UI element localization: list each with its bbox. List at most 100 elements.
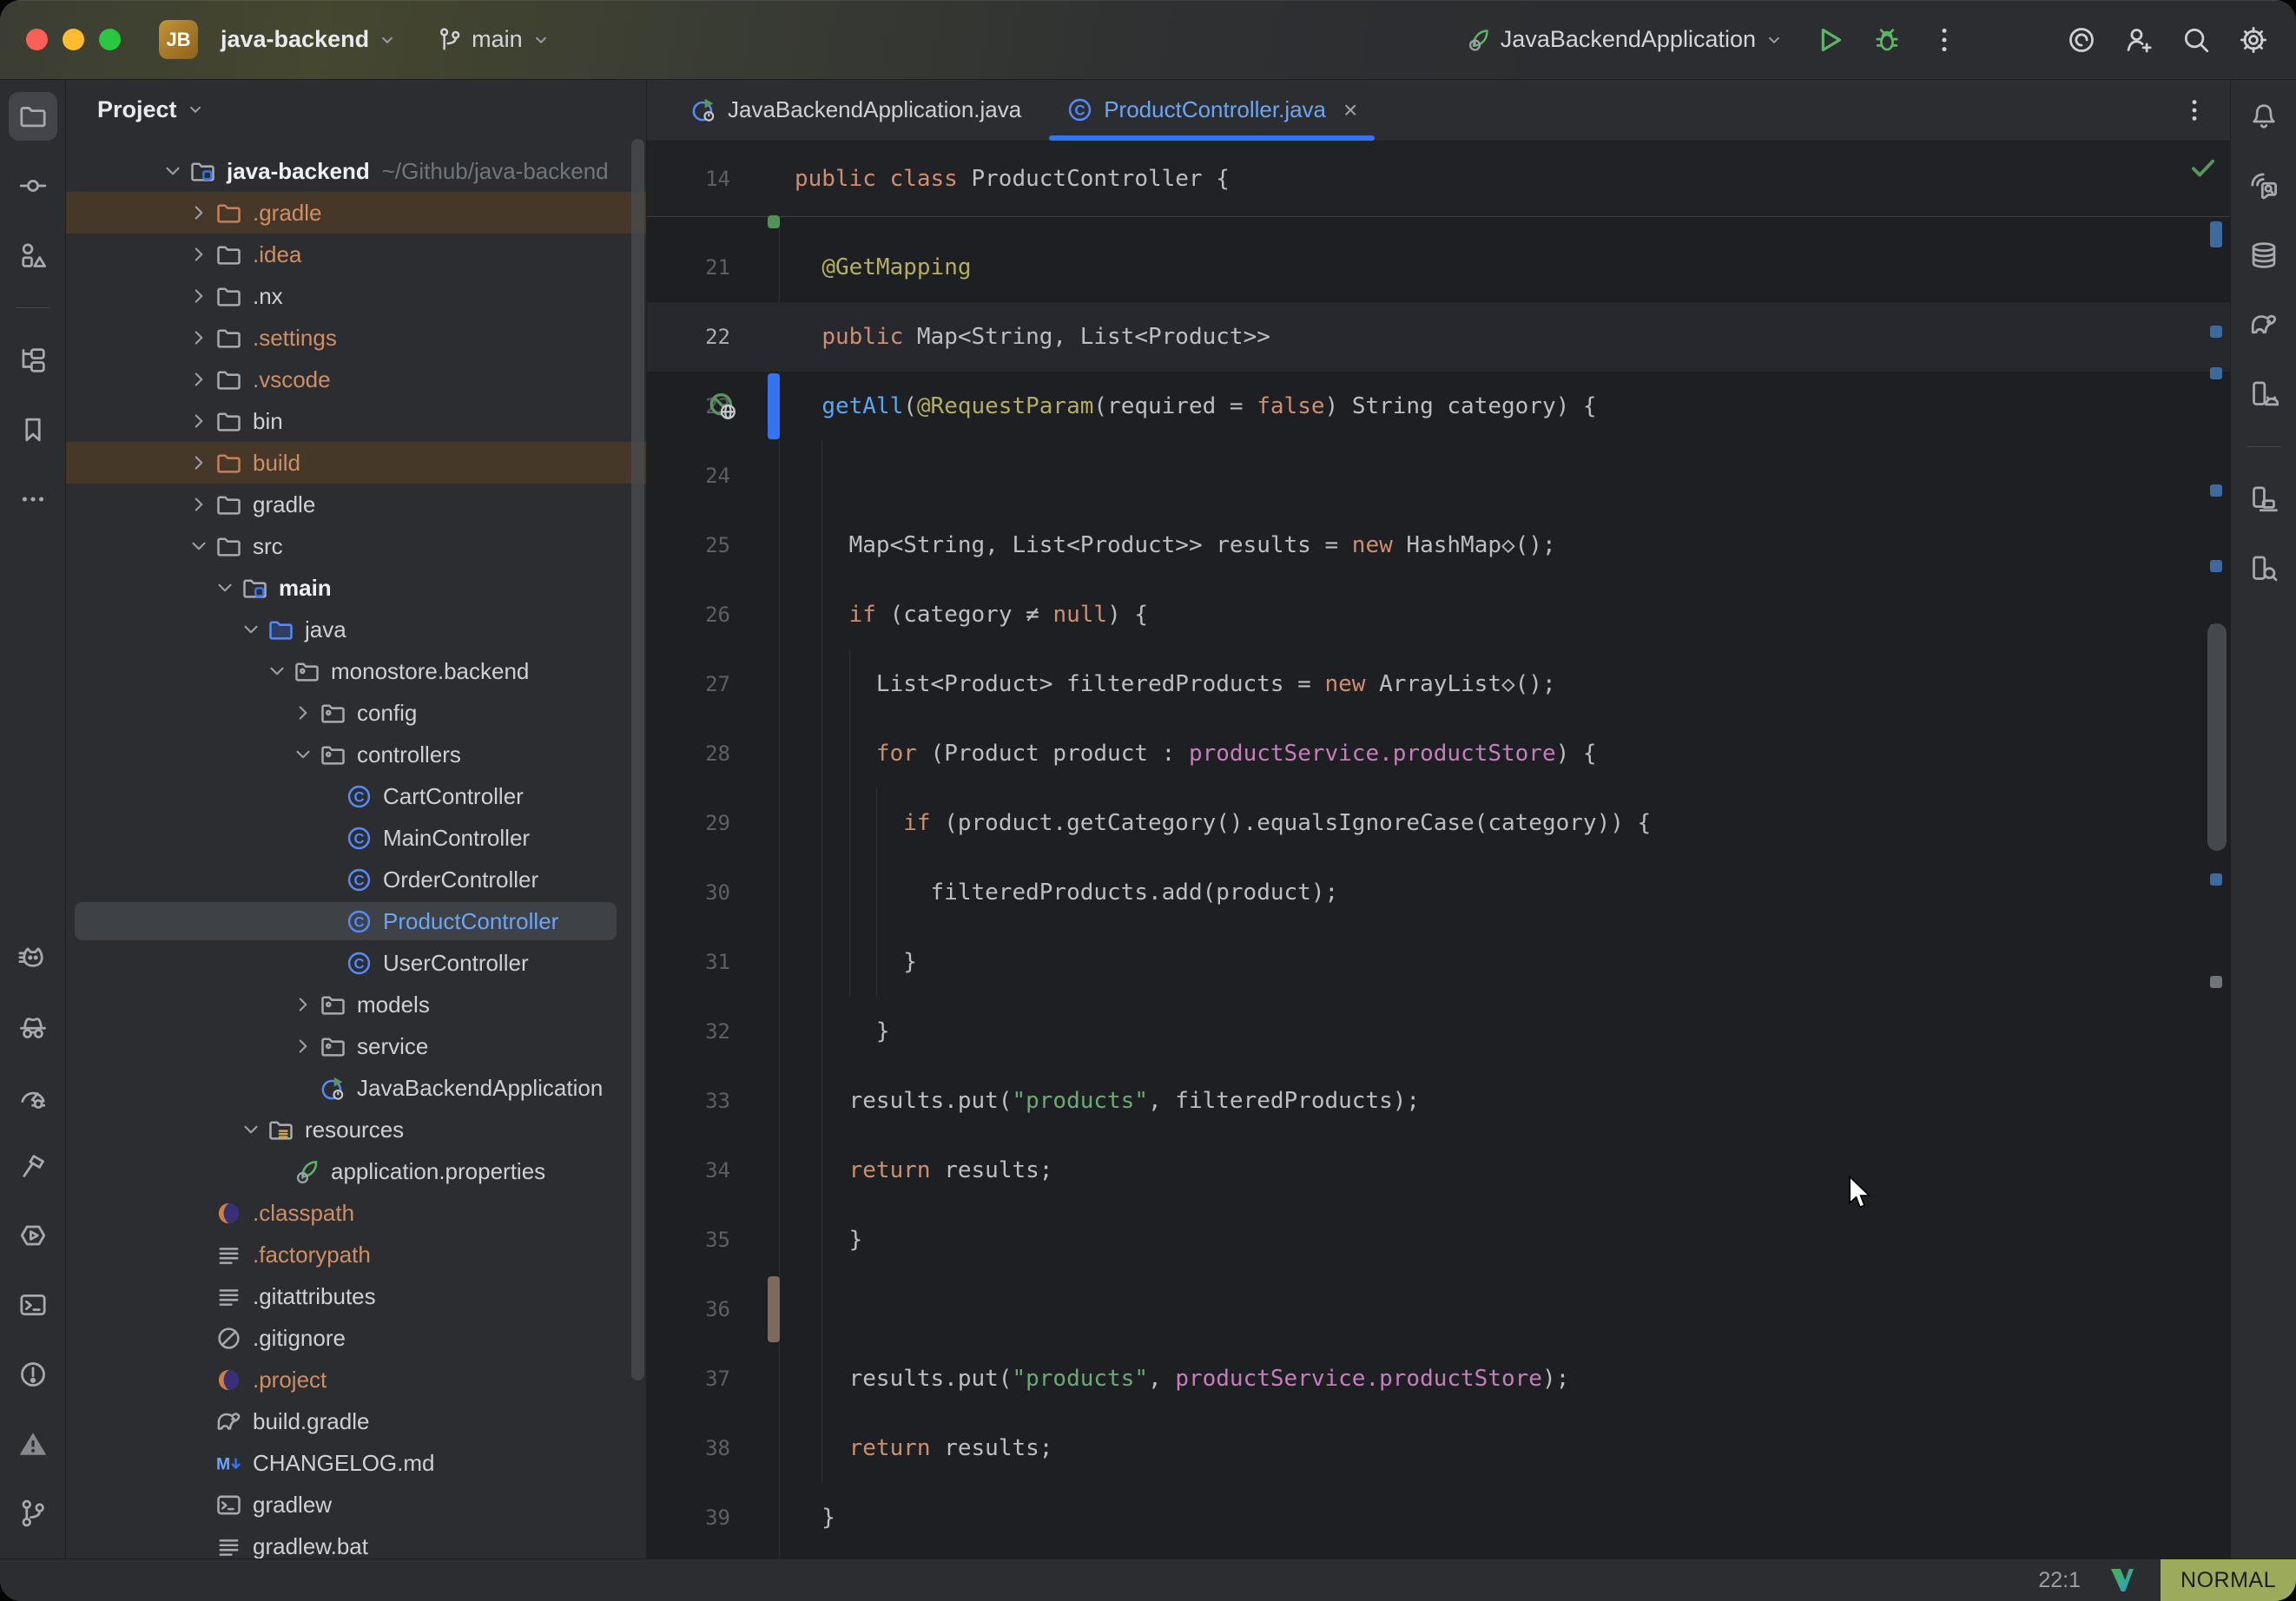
tree-row-.gitignore[interactable]: .gitignore xyxy=(66,1317,646,1359)
line-number[interactable]: 25 xyxy=(647,511,730,580)
chevron-right-icon[interactable] xyxy=(184,448,214,478)
tool-stripe-button-incognito[interactable] xyxy=(9,1003,57,1051)
inspections-ok-icon[interactable] xyxy=(2188,153,2218,188)
tree-row-monostore.backend[interactable]: monostore.backend xyxy=(66,650,646,692)
tool-stripe-button-terminal[interactable] xyxy=(9,1281,57,1329)
tree-row-config[interactable]: config xyxy=(66,692,646,734)
tool-stripe-button-warnings[interactable] xyxy=(9,1420,57,1468)
tree-row-application.properties[interactable]: application.properties xyxy=(66,1150,646,1192)
chevron-right-icon[interactable] xyxy=(288,698,318,728)
tool-stripe-button-ai-search[interactable] xyxy=(2240,161,2288,210)
line-number[interactable]: 27 xyxy=(647,649,730,719)
tree-row-.gradle[interactable]: .gradle xyxy=(66,192,646,234)
vcs-branch-widget[interactable]: main xyxy=(437,26,551,53)
tool-stripe-button-running-devices[interactable] xyxy=(2240,475,2288,524)
tool-stripe-button-notifications[interactable] xyxy=(2240,92,2288,141)
tree-row-.idea[interactable]: .idea xyxy=(66,234,646,275)
tree-row-.gitattributes[interactable]: .gitattributes xyxy=(66,1275,646,1317)
tree-row-gradle[interactable]: gradle xyxy=(66,484,646,525)
tree-row-UserController[interactable]: CUserController xyxy=(66,942,646,984)
ideavim-icon[interactable] xyxy=(2107,1566,2138,1594)
tree-row-.classpath[interactable]: .classpath xyxy=(66,1192,646,1234)
tree-row-.project[interactable]: .project xyxy=(66,1359,646,1400)
tool-stripe-button-services-hierarchy[interactable] xyxy=(9,336,57,385)
chevron-right-icon[interactable] xyxy=(184,406,214,436)
chevron-down-icon[interactable] xyxy=(236,615,266,644)
chevron-down-icon[interactable] xyxy=(288,740,318,769)
endpoint-gutter-icon[interactable] xyxy=(708,391,739,422)
line-number[interactable]: 37 xyxy=(647,1344,730,1413)
tool-stripe-button-more-horizontal[interactable] xyxy=(9,475,57,524)
code-line-36[interactable]: 36 xyxy=(647,1275,2230,1344)
chevron-right-icon[interactable] xyxy=(184,490,214,519)
tree-row-OrderController[interactable]: COrderController xyxy=(66,859,646,900)
code-line-23[interactable]: 23 getAll(@RequestParam(required = false… xyxy=(647,372,2230,441)
tool-stripe-button-device-manager[interactable] xyxy=(2240,370,2288,418)
project-tree-scrollbar[interactable] xyxy=(631,139,644,1380)
tree-row-JavaBackendApplication[interactable]: JavaBackendApplication xyxy=(66,1067,646,1109)
code-line-32[interactable]: 32 } xyxy=(647,997,2230,1066)
tree-row-models[interactable]: models xyxy=(66,984,646,1025)
project-widget[interactable]: JB java-backend xyxy=(159,20,397,59)
line-number[interactable]: 33 xyxy=(647,1066,730,1136)
line-number[interactable]: 29 xyxy=(647,788,730,858)
tree-row-build[interactable]: build xyxy=(66,442,646,484)
tool-stripe-button-problems[interactable] xyxy=(9,1350,57,1399)
tool-stripe-button-gradle[interactable] xyxy=(2240,300,2288,349)
titlebar-button-search[interactable] xyxy=(2181,25,2211,55)
tool-stripe-button-database[interactable] xyxy=(2240,231,2288,280)
titlebar-button-ai-assistant[interactable] xyxy=(2067,25,2096,55)
chevron-right-icon[interactable] xyxy=(288,990,318,1019)
tool-stripe-button-bookmarks[interactable] xyxy=(9,405,57,454)
editor-tab-ProductController.java[interactable]: CProductController.java× xyxy=(1044,80,1380,141)
code-line-35[interactable]: 35 } xyxy=(647,1205,2230,1275)
tree-row-java[interactable]: java xyxy=(66,609,646,650)
tab-options-icon[interactable] xyxy=(2181,97,2230,123)
titlebar-button-add-user[interactable] xyxy=(2124,25,2154,55)
chevron-down-icon[interactable] xyxy=(158,156,188,186)
tree-row-resources[interactable]: resources xyxy=(66,1109,646,1150)
line-number[interactable]: 30 xyxy=(647,858,730,927)
tool-stripe-button-version-control[interactable] xyxy=(9,1489,57,1538)
titlebar-button-debug[interactable] xyxy=(1872,25,1902,55)
tree-row-bin[interactable]: bin xyxy=(66,400,646,442)
line-number[interactable]: 35 xyxy=(647,1205,730,1275)
line-number[interactable]: 32 xyxy=(647,997,730,1066)
caret-position[interactable]: 22:1 xyxy=(2038,1568,2081,1593)
chevron-down-icon[interactable] xyxy=(262,656,292,686)
minimize-window-button[interactable] xyxy=(63,29,84,50)
tool-stripe-button-device-explorer[interactable] xyxy=(2240,544,2288,593)
line-number[interactable]: 24 xyxy=(647,441,730,511)
titlebar-button-run[interactable] xyxy=(1815,25,1844,55)
tree-row-service[interactable]: service xyxy=(66,1025,646,1067)
maximize-window-button[interactable] xyxy=(99,29,121,50)
code-line-38[interactable]: 38 return results; xyxy=(647,1413,2230,1483)
tool-stripe-button-commit[interactable] xyxy=(9,161,57,210)
tree-row-MainController[interactable]: CMainController xyxy=(66,817,646,859)
tool-stripe-button-services-play[interactable] xyxy=(9,1211,57,1260)
line-number[interactable]: 14 xyxy=(647,141,730,217)
editor-scrollbar[interactable] xyxy=(2207,623,2227,851)
line-number[interactable]: 22 xyxy=(647,302,730,372)
chevron-down-icon[interactable] xyxy=(184,531,214,561)
tree-row-ProductController[interactable]: CProductController xyxy=(66,900,646,942)
code-line-30[interactable]: 30 filteredProducts.add(product); xyxy=(647,858,2230,927)
chevron-right-icon[interactable] xyxy=(184,281,214,311)
line-number[interactable]: 36 xyxy=(647,1275,730,1344)
code-line-33[interactable]: 33 results.put("products", filteredProdu… xyxy=(647,1066,2230,1136)
titlebar-button-settings[interactable] xyxy=(2239,25,2268,55)
tool-stripe-button-ai-cat[interactable] xyxy=(9,933,57,982)
line-number[interactable]: 34 xyxy=(647,1136,730,1205)
tool-stripe-button-structure[interactable] xyxy=(9,231,57,280)
line-number[interactable]: 39 xyxy=(647,1483,730,1552)
line-number[interactable]: 26 xyxy=(647,580,730,649)
tree-row-.factorypath[interactable]: .factorypath xyxy=(66,1234,646,1275)
run-configuration-widget[interactable]: JavaBackendApplication xyxy=(1466,26,1784,53)
tree-row-main[interactable]: main xyxy=(66,567,646,609)
chevron-down-icon[interactable] xyxy=(210,573,240,603)
code-line-34[interactable]: 34 return results; xyxy=(647,1136,2230,1205)
code-line-31[interactable]: 31 } xyxy=(647,927,2230,997)
tree-row-src[interactable]: src xyxy=(66,525,646,567)
tree-row-CHANGELOG.md[interactable]: MCHANGELOG.md xyxy=(66,1442,646,1484)
tree-row-java-backend[interactable]: java-backend~/Github/java-backend xyxy=(66,150,646,192)
